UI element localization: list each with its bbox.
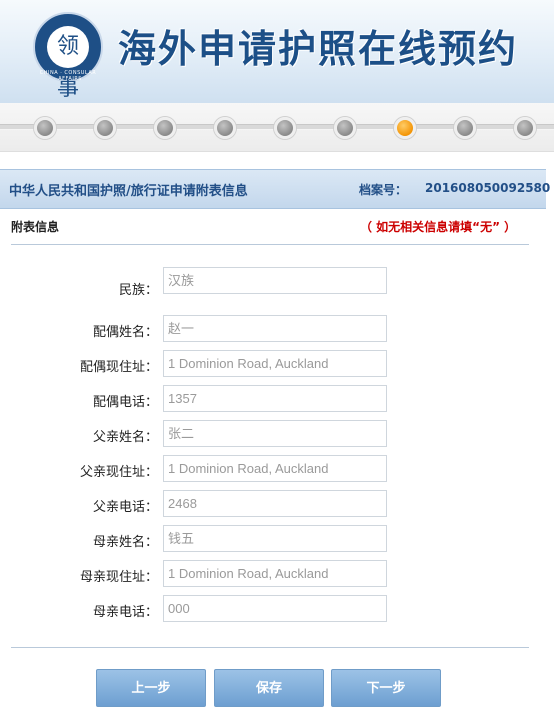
- father-phone-field[interactable]: 2468: [163, 490, 387, 517]
- consular-logo-icon: 领事 CHINA · CONSULAR · AFFAIRS: [33, 12, 103, 101]
- mother-name-field[interactable]: 钱五: [163, 525, 387, 552]
- father-phone-label: 父亲电话：: [92, 500, 158, 515]
- spouse-name-field[interactable]: 赵一: [163, 315, 387, 342]
- divider-top: [11, 244, 529, 245]
- spouse-address-field[interactable]: 1 Dominion Road, Auckland: [163, 350, 387, 377]
- progress-step-3: [154, 117, 176, 139]
- spouse-phone-field[interactable]: 1357: [163, 385, 387, 412]
- progress-step-4: [214, 117, 236, 139]
- site-header: 领事 CHINA · CONSULAR · AFFAIRS 海外申请护照在线预约: [0, 0, 554, 103]
- previous-step-button[interactable]: 上一步: [96, 669, 206, 707]
- progress-step-7-current: [394, 117, 416, 139]
- father-address-field[interactable]: 1 Dominion Road, Auckland: [163, 455, 387, 482]
- father-address-label: 父亲现住址：: [79, 465, 158, 480]
- progress-step-5: [274, 117, 296, 139]
- mother-address-label: 母亲现住址：: [79, 570, 158, 585]
- progress-step-8: [454, 117, 476, 139]
- logo-glyph: 领事: [56, 34, 79, 101]
- spouse-name-label: 配偶姓名：: [92, 325, 158, 340]
- mother-name-label: 母亲姓名：: [92, 535, 158, 550]
- next-step-button[interactable]: 下一步: [331, 669, 441, 707]
- save-button[interactable]: 保存: [214, 669, 324, 707]
- progress-step-9: [514, 117, 536, 139]
- mother-phone-field[interactable]: 000: [163, 595, 387, 622]
- father-name-label: 父亲姓名：: [92, 430, 158, 445]
- file-number-value: 201608050092580: [425, 181, 551, 195]
- logo-ring-text: CHINA · CONSULAR · AFFAIRS: [39, 70, 97, 82]
- father-name-field[interactable]: 张二: [163, 420, 387, 447]
- section-title: 中华人民共和国护照/旅行证申请附表信息: [9, 184, 248, 199]
- progress-steps: [0, 103, 554, 152]
- subform-title: 附表信息: [11, 220, 60, 234]
- progress-step-1: [34, 117, 56, 139]
- spouse-address-label: 配偶现住址：: [79, 360, 158, 375]
- ethnicity-field[interactable]: 汉族: [163, 267, 387, 294]
- mother-address-field[interactable]: 1 Dominion Road, Auckland: [163, 560, 387, 587]
- site-title: 海外申请护照在线预约: [118, 26, 519, 71]
- divider-bottom: [11, 647, 529, 648]
- spouse-phone-label: 配偶电话：: [92, 395, 158, 410]
- section-header: 中华人民共和国护照/旅行证申请附表信息 档案号： 201608050092580: [0, 169, 550, 209]
- file-number-label: 档案号：: [359, 183, 408, 197]
- ethnicity-label: 民族：: [118, 283, 158, 298]
- progress-step-6: [334, 117, 356, 139]
- fill-hint: （ 如无相关信息请填“无” ）: [360, 220, 517, 234]
- progress-step-2: [94, 117, 116, 139]
- mother-phone-label: 母亲电话：: [92, 605, 158, 620]
